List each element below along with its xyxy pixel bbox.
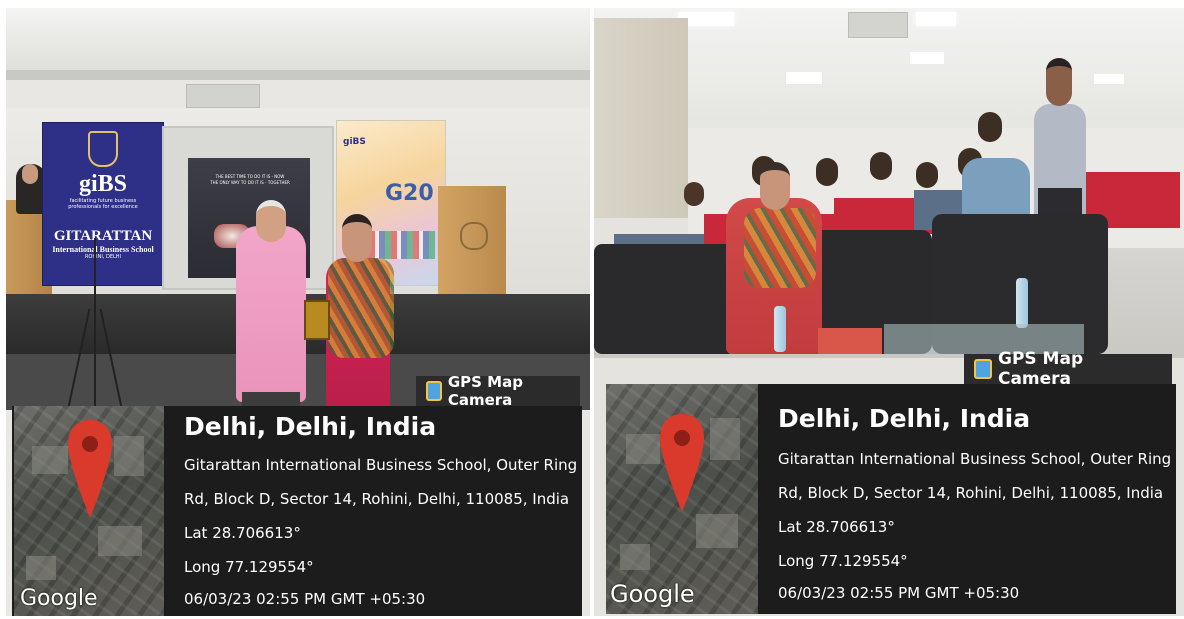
audience-member-blue-shirt (962, 158, 1030, 218)
gps-stamp: Google Delhi, Delhi, India Gitarattan In… (12, 406, 582, 616)
wall-curtain (594, 18, 688, 218)
water-bottle (1016, 278, 1028, 328)
gps-app-label-text: GPS Map Camera (447, 373, 523, 409)
google-logo: Google (20, 586, 98, 611)
person-woman-head (342, 214, 372, 262)
photo-left: giBS facilitating future business profes… (6, 8, 590, 616)
stamp-longitude: Long 77.129554° (778, 552, 908, 570)
gps-camera-icon (974, 359, 992, 379)
stamp-address-line2: Rd, Block D, Sector 14, Rohini, Delhi, 1… (778, 484, 1164, 502)
gps-app-label-text: GPS Map Camera (997, 349, 1084, 389)
banner-city: ROHINI, DELHI (84, 254, 122, 260)
map-pin-icon (660, 414, 704, 512)
ceiling-edge (6, 70, 590, 80)
person-woman-scarf (328, 258, 394, 358)
podium-emblem-icon (460, 222, 488, 250)
person-man (236, 226, 306, 402)
stamp-latitude: Lat 28.706613° (778, 518, 895, 536)
ceiling-vent (186, 84, 260, 108)
standing-man-head (1046, 58, 1072, 106)
map-pin-icon (68, 420, 112, 518)
ceiling-light (910, 52, 944, 64)
stamp-address-line1: Gitarattan International Business School… (778, 450, 1172, 468)
gps-camera-icon (426, 381, 442, 401)
gibs-banner: giBS facilitating future business profes… (42, 122, 164, 286)
tripod (94, 238, 96, 410)
banner-subtitle: International Business School (52, 245, 154, 254)
stamp-datetime: 06/03/23 02:55 PM GMT +05:30 (184, 590, 426, 608)
screen-text: THE BEST TIME TO DO IT IS - NOW THE ONLY… (210, 174, 290, 185)
gps-app-label: GPS Map Camera (964, 349, 1172, 389)
stamp-latitude: Lat 28.706613° (184, 524, 301, 542)
banner-brand: giBS (78, 171, 128, 197)
google-logo: Google (610, 580, 695, 608)
person-man-head (256, 200, 286, 242)
audience-member (684, 182, 704, 206)
ceiling-light (786, 72, 822, 84)
ceiling-light (1094, 74, 1124, 84)
stamp-longitude: Long 77.129554° (184, 558, 314, 576)
poster-brand: giBS (343, 137, 366, 147)
stamp-location-title: Delhi, Delhi, India (184, 412, 437, 441)
banner-school: GITARATTAN (53, 228, 153, 244)
gibs-crest-icon (88, 131, 118, 167)
memento-plaque (304, 300, 330, 340)
photo-right: GPS Map Camera Google Delhi, Delhi, Indi… (594, 8, 1184, 616)
map-thumbnail: Google (14, 406, 164, 616)
map-thumbnail: Google (606, 384, 758, 614)
gift-box (818, 328, 882, 354)
stamp-location-title: Delhi, Delhi, India (778, 404, 1031, 433)
gps-stamp: Google Delhi, Delhi, India Gitarattan In… (606, 384, 1176, 614)
audience-member (916, 162, 938, 188)
ceiling-light (916, 12, 956, 26)
seated-woman-scarf (744, 208, 816, 288)
ceiling-vent (848, 12, 908, 38)
stamp-address-line1: Gitarattan International Business School… (184, 456, 578, 474)
person-left-face (22, 164, 38, 184)
audience-member (870, 152, 892, 180)
poster-g20: G20 (385, 181, 434, 206)
ceiling (6, 8, 590, 78)
gps-app-label: GPS Map Camera (416, 373, 580, 409)
stamp-datetime: 06/03/23 02:55 PM GMT +05:30 (778, 584, 1020, 602)
water-bottle (774, 306, 786, 352)
sofa-left (594, 244, 736, 354)
stamp-address-line2: Rd, Block D, Sector 14, Rohini, Delhi, 1… (184, 490, 570, 508)
audience-member (816, 158, 838, 186)
seated-woman-head (760, 162, 790, 210)
banner-tagline: facilitating future business professiona… (68, 198, 138, 210)
audience-member (978, 112, 1002, 142)
